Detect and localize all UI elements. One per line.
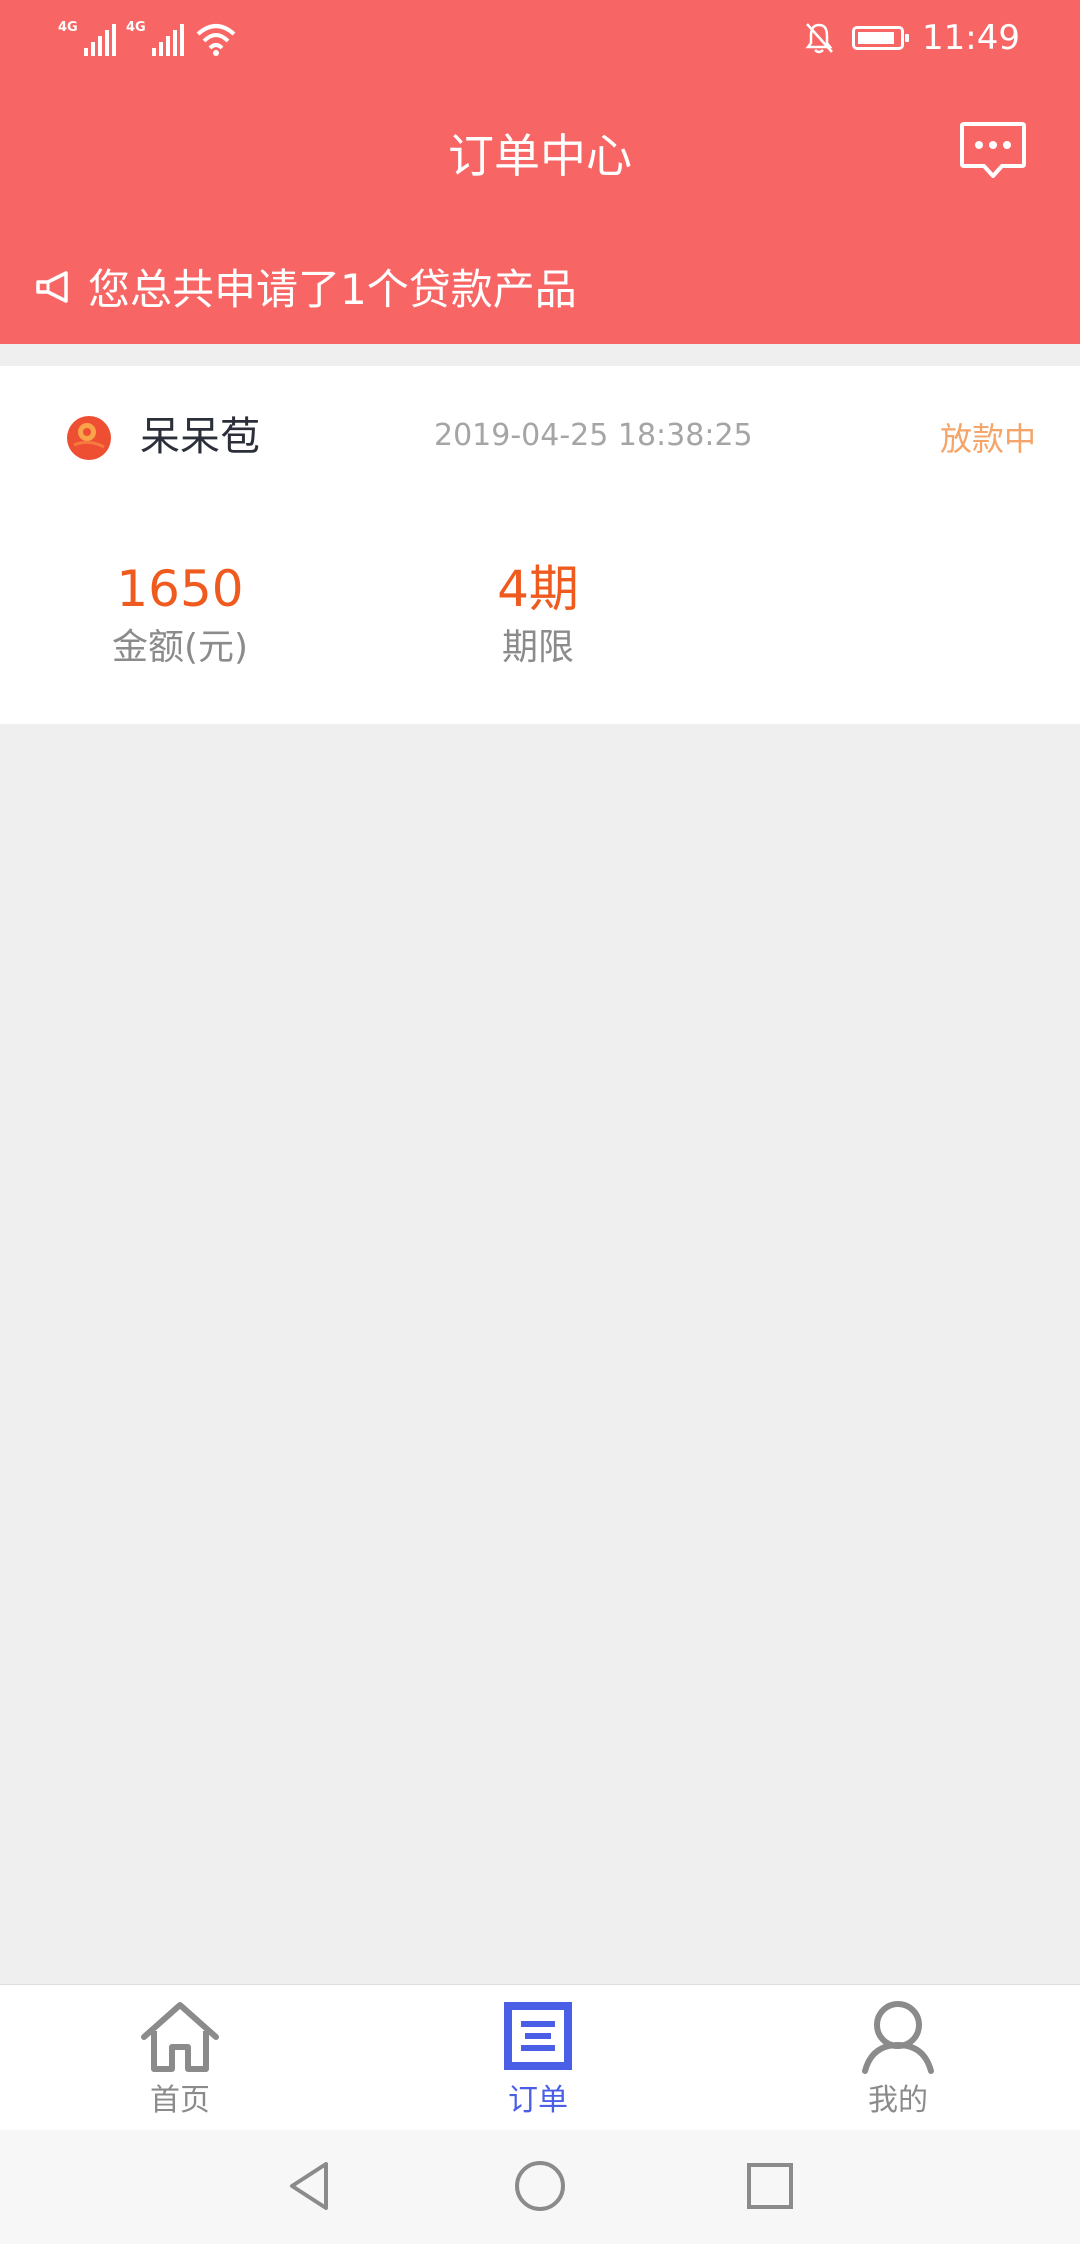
- product-logo-icon: [67, 416, 111, 460]
- status-right: 11:49: [804, 18, 1020, 58]
- tab-mine[interactable]: 我的: [798, 1985, 998, 2131]
- network-type: 4G: [126, 20, 146, 35]
- status-bar: 4G 4G 11:49: [0, 0, 1080, 80]
- notice-text: 您总共申请了1个贷款产品: [88, 265, 577, 314]
- home-circle-icon[interactable]: [510, 2156, 570, 2216]
- user-icon: [862, 2001, 934, 2074]
- product-name: 呆呆苞: [140, 414, 260, 460]
- term-label: 期限: [501, 627, 574, 668]
- wifi-icon: [196, 24, 236, 56]
- tab-bar: 首页 订单 我的: [0, 1984, 1080, 2131]
- back-triangle-icon[interactable]: [280, 2156, 340, 2216]
- order-time: 2019-04-25 18:38:25: [434, 418, 753, 453]
- status-left: 4G 4G: [58, 20, 238, 56]
- tab-home[interactable]: 首页: [80, 1985, 280, 2131]
- amount-label: 金额(元): [111, 627, 249, 668]
- order-status: 放款中: [939, 420, 1036, 458]
- status-time: 11:49: [922, 18, 1020, 58]
- system-nav-bar: [0, 2130, 1080, 2244]
- order-icon: [504, 2002, 572, 2070]
- signal-icon: 4G: [126, 20, 184, 56]
- page-title: 订单中心: [448, 129, 632, 183]
- battery-icon: [852, 26, 910, 50]
- tab-home-label: 首页: [150, 2083, 210, 2118]
- tab-orders-label: 订单: [508, 2083, 568, 2118]
- header: 4G 4G 11:49 订单中心 您总共申请了1个贷款产品: [0, 0, 1080, 344]
- megaphone-icon: [36, 270, 68, 303]
- tab-mine-label: 我的: [868, 2083, 928, 2118]
- tab-orders[interactable]: 订单: [438, 1985, 638, 2131]
- signal-icon: 4G: [58, 20, 116, 56]
- recent-square-icon[interactable]: [740, 2156, 800, 2216]
- term-stat: 4期 期限: [438, 556, 638, 674]
- message-icon[interactable]: [958, 120, 1028, 184]
- notice-bar: 您总共申请了1个贷款产品: [34, 256, 577, 317]
- home-icon: [141, 2002, 219, 2072]
- term-value: 4期: [497, 560, 579, 618]
- network-type: 4G: [58, 20, 78, 35]
- bell-off-icon: [805, 23, 833, 54]
- amount-value: 1650: [116, 560, 244, 618]
- amount-stat: 1650 金额(元): [80, 556, 280, 674]
